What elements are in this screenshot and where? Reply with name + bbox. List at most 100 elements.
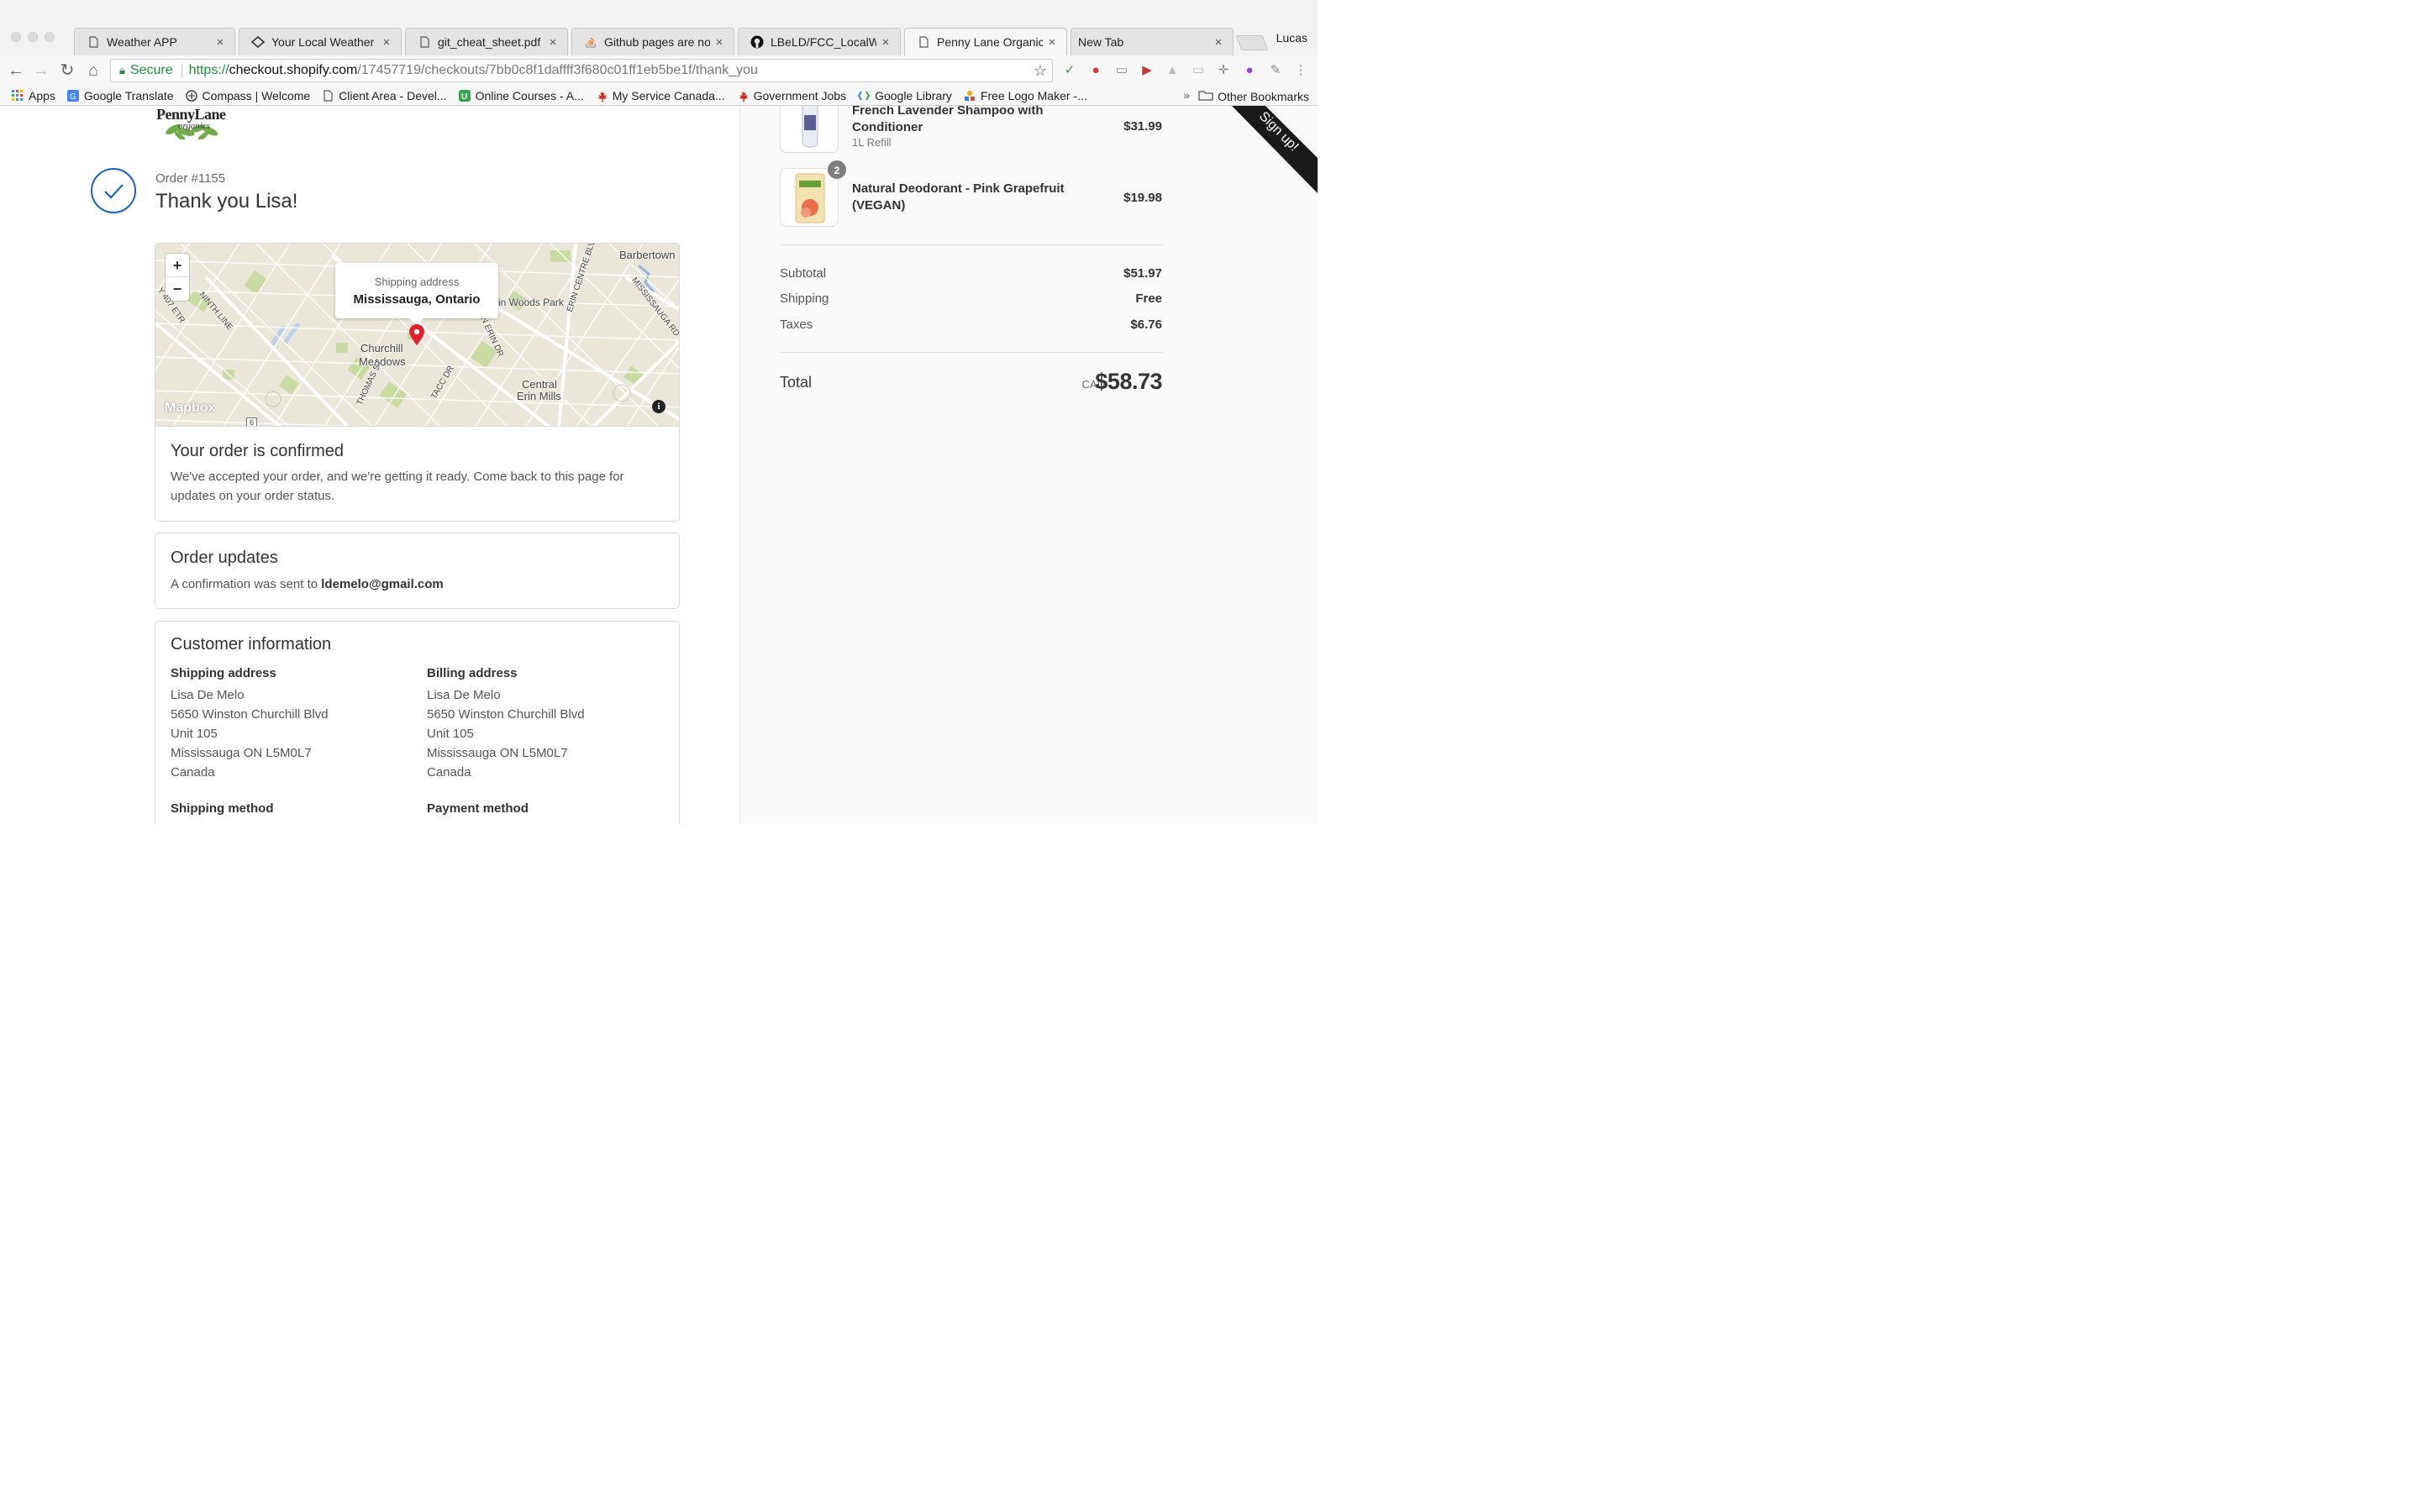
card-title: Customer information: [171, 635, 332, 654]
close-window-button[interactable]: [11, 32, 21, 42]
url-scheme: https://: [188, 63, 229, 77]
page-icon: [418, 35, 431, 49]
close-tab-icon[interactable]: ×: [1213, 35, 1224, 50]
shipping-method-title: Shipping method: [171, 801, 274, 816]
bookmark-my-service-canada[interactable]: My Service Canada...: [596, 89, 725, 102]
map-label: Central: [522, 378, 557, 391]
other-bookmarks[interactable]: Other Bookmarks: [1198, 89, 1309, 103]
customer-information-card: Customer information Shipping address Bi…: [155, 621, 680, 823]
shipping-map[interactable]: + − Barbertown in Woods Park Churchill M…: [155, 243, 680, 427]
popup-value: Mississauga, Ontario: [353, 292, 481, 307]
address-line: Unit 105: [171, 727, 218, 741]
maple-leaf-icon: [737, 90, 749, 102]
subtotal-value: $51.97: [1123, 266, 1162, 281]
bookmark-online-courses[interactable]: U Online Courses - A...: [458, 89, 584, 102]
maple-leaf-icon: [596, 90, 608, 102]
bookmark-star-icon[interactable]: ☆: [1034, 62, 1047, 80]
shipping-address-title: Shipping address: [171, 666, 276, 680]
move-extension-icon[interactable]: ✛: [1216, 63, 1231, 78]
reload-icon[interactable]: ↻: [58, 61, 76, 80]
page-icon: [917, 35, 930, 49]
map-label: Barbertown: [619, 249, 676, 261]
address-line: Lisa De Melo: [171, 688, 245, 702]
map-zoom-controls: + −: [166, 254, 189, 301]
address-bar[interactable]: 🔒︎ Secure https:// checkout.shopify.com …: [110, 59, 1053, 82]
signup-ribbon[interactable]: Sign up!: [1232, 106, 1318, 193]
tab-weather-app[interactable]: Weather APP ×: [74, 28, 235, 55]
bookmark-apps[interactable]: Apps: [12, 89, 55, 102]
new-tab-button[interactable]: [1235, 35, 1269, 50]
profile-name[interactable]: Lucas: [1276, 31, 1307, 45]
bookmarks-overflow-icon[interactable]: »: [1183, 88, 1190, 102]
close-tab-icon[interactable]: ×: [713, 35, 725, 50]
github-icon: [750, 35, 764, 49]
bookmark-label: Government Jobs: [753, 88, 847, 102]
tab-your-local-weather[interactable]: Your Local Weather ×: [239, 28, 402, 55]
mapbox-logo[interactable]: Mapbox: [165, 401, 215, 416]
order-confirmed-card: Your order is confirmed We've accepted y…: [155, 426, 680, 522]
tab-title: git_cheat_sheet.pdf: [438, 35, 541, 49]
google-translate-icon: G: [66, 89, 79, 102]
grammar-extension-icon[interactable]: ✓: [1062, 63, 1077, 78]
close-tab-icon[interactable]: ×: [1046, 35, 1058, 50]
cast-icon[interactable]: ▭: [1114, 63, 1129, 78]
taxes-label: Taxes: [780, 318, 813, 332]
confirmation-email: ldemelo@gmail.com: [321, 577, 444, 591]
tab-github-repo[interactable]: LBeLD/FCC_LocalWeat ×: [738, 28, 901, 55]
secure-label: Secure: [129, 63, 173, 77]
item-price: $19.98: [1123, 191, 1162, 205]
close-tab-icon[interactable]: ×: [381, 35, 392, 50]
shampoo-bottle-icon: [802, 106, 818, 148]
tab-title: New Tab: [1078, 35, 1124, 49]
billing-address-title: Billing address: [427, 666, 518, 680]
bookmark-government-jobs[interactable]: Government Jobs: [737, 88, 847, 102]
menu-kebab-icon[interactable]: ⋮: [1293, 63, 1308, 78]
total-label: Total: [780, 374, 813, 391]
extension-icon[interactable]: ▲: [1165, 63, 1180, 78]
minimize-window-button[interactable]: [28, 32, 38, 42]
adblock-extension-icon[interactable]: ●: [1088, 63, 1103, 78]
close-tab-icon[interactable]: ×: [547, 35, 559, 50]
zoom-in-button[interactable]: +: [166, 254, 189, 277]
bookmark-google-translate[interactable]: G Google Translate: [66, 89, 174, 102]
developer-tools-icon[interactable]: ✎: [1268, 63, 1283, 78]
info-icon[interactable]: i: [652, 400, 666, 413]
total-value: $58.73: [1095, 369, 1162, 394]
bookmark-label: Apps: [29, 88, 55, 102]
taxes-value: $6.76: [1130, 318, 1162, 332]
tab-github-pages-stackoverflow[interactable]: Github pages are not u ×: [571, 28, 734, 55]
forward-arrow-icon[interactable]: →: [32, 61, 50, 80]
bookmark-client-area[interactable]: Client Area - Devel...: [322, 89, 447, 102]
page-icon: [87, 35, 100, 49]
tab-penny-lane-organics[interactable]: Penny Lane Organics - ×: [904, 28, 1067, 55]
home-icon[interactable]: ⌂: [84, 61, 103, 80]
extension-icon[interactable]: ●: [1242, 63, 1257, 78]
item-price: $31.99: [1123, 119, 1162, 134]
bookmark-label: Free Logo Maker -...: [980, 88, 1087, 102]
product-thumbnail: [780, 106, 839, 153]
bookmark-compass[interactable]: Compass | Welcome: [185, 88, 311, 102]
payment-method-title: Payment method: [427, 801, 529, 816]
google-icon: [858, 90, 871, 102]
address-line: Mississauga ON L5M0L7: [171, 746, 312, 760]
extension-icon[interactable]: ▭: [1191, 63, 1206, 78]
order-updates-card: Order updates A confirmation was sent to…: [155, 533, 680, 609]
store-logo[interactable]: PennyLane organics: [156, 106, 232, 139]
maximize-window-button[interactable]: [45, 32, 55, 42]
checkout-thank-you-page: PennyLane organics Order #1155 Thank you…: [0, 106, 1318, 823]
address-line: Unit 105: [427, 727, 474, 741]
freecodecamp-icon: [251, 35, 265, 49]
divider: [780, 352, 1163, 353]
address-line: Canada: [427, 765, 471, 780]
close-tab-icon[interactable]: ×: [214, 35, 226, 50]
tab-git-cheat-sheet[interactable]: git_cheat_sheet.pdf ×: [405, 28, 568, 55]
back-arrow-icon[interactable]: ←: [7, 61, 25, 80]
apps-grid-icon: [12, 89, 24, 102]
tab-new-tab[interactable]: New Tab ×: [1071, 28, 1234, 55]
bookmark-google-library[interactable]: Google Library: [858, 89, 952, 102]
bookmark-free-logo-maker[interactable]: Free Logo Maker -...: [964, 89, 1087, 102]
close-tab-icon[interactable]: ×: [880, 35, 892, 50]
bookmark-label: Compass | Welcome: [202, 88, 311, 102]
media-extension-icon[interactable]: ▶: [1139, 63, 1155, 78]
address-line: 5650 Winston Churchill Blvd: [171, 707, 329, 722]
